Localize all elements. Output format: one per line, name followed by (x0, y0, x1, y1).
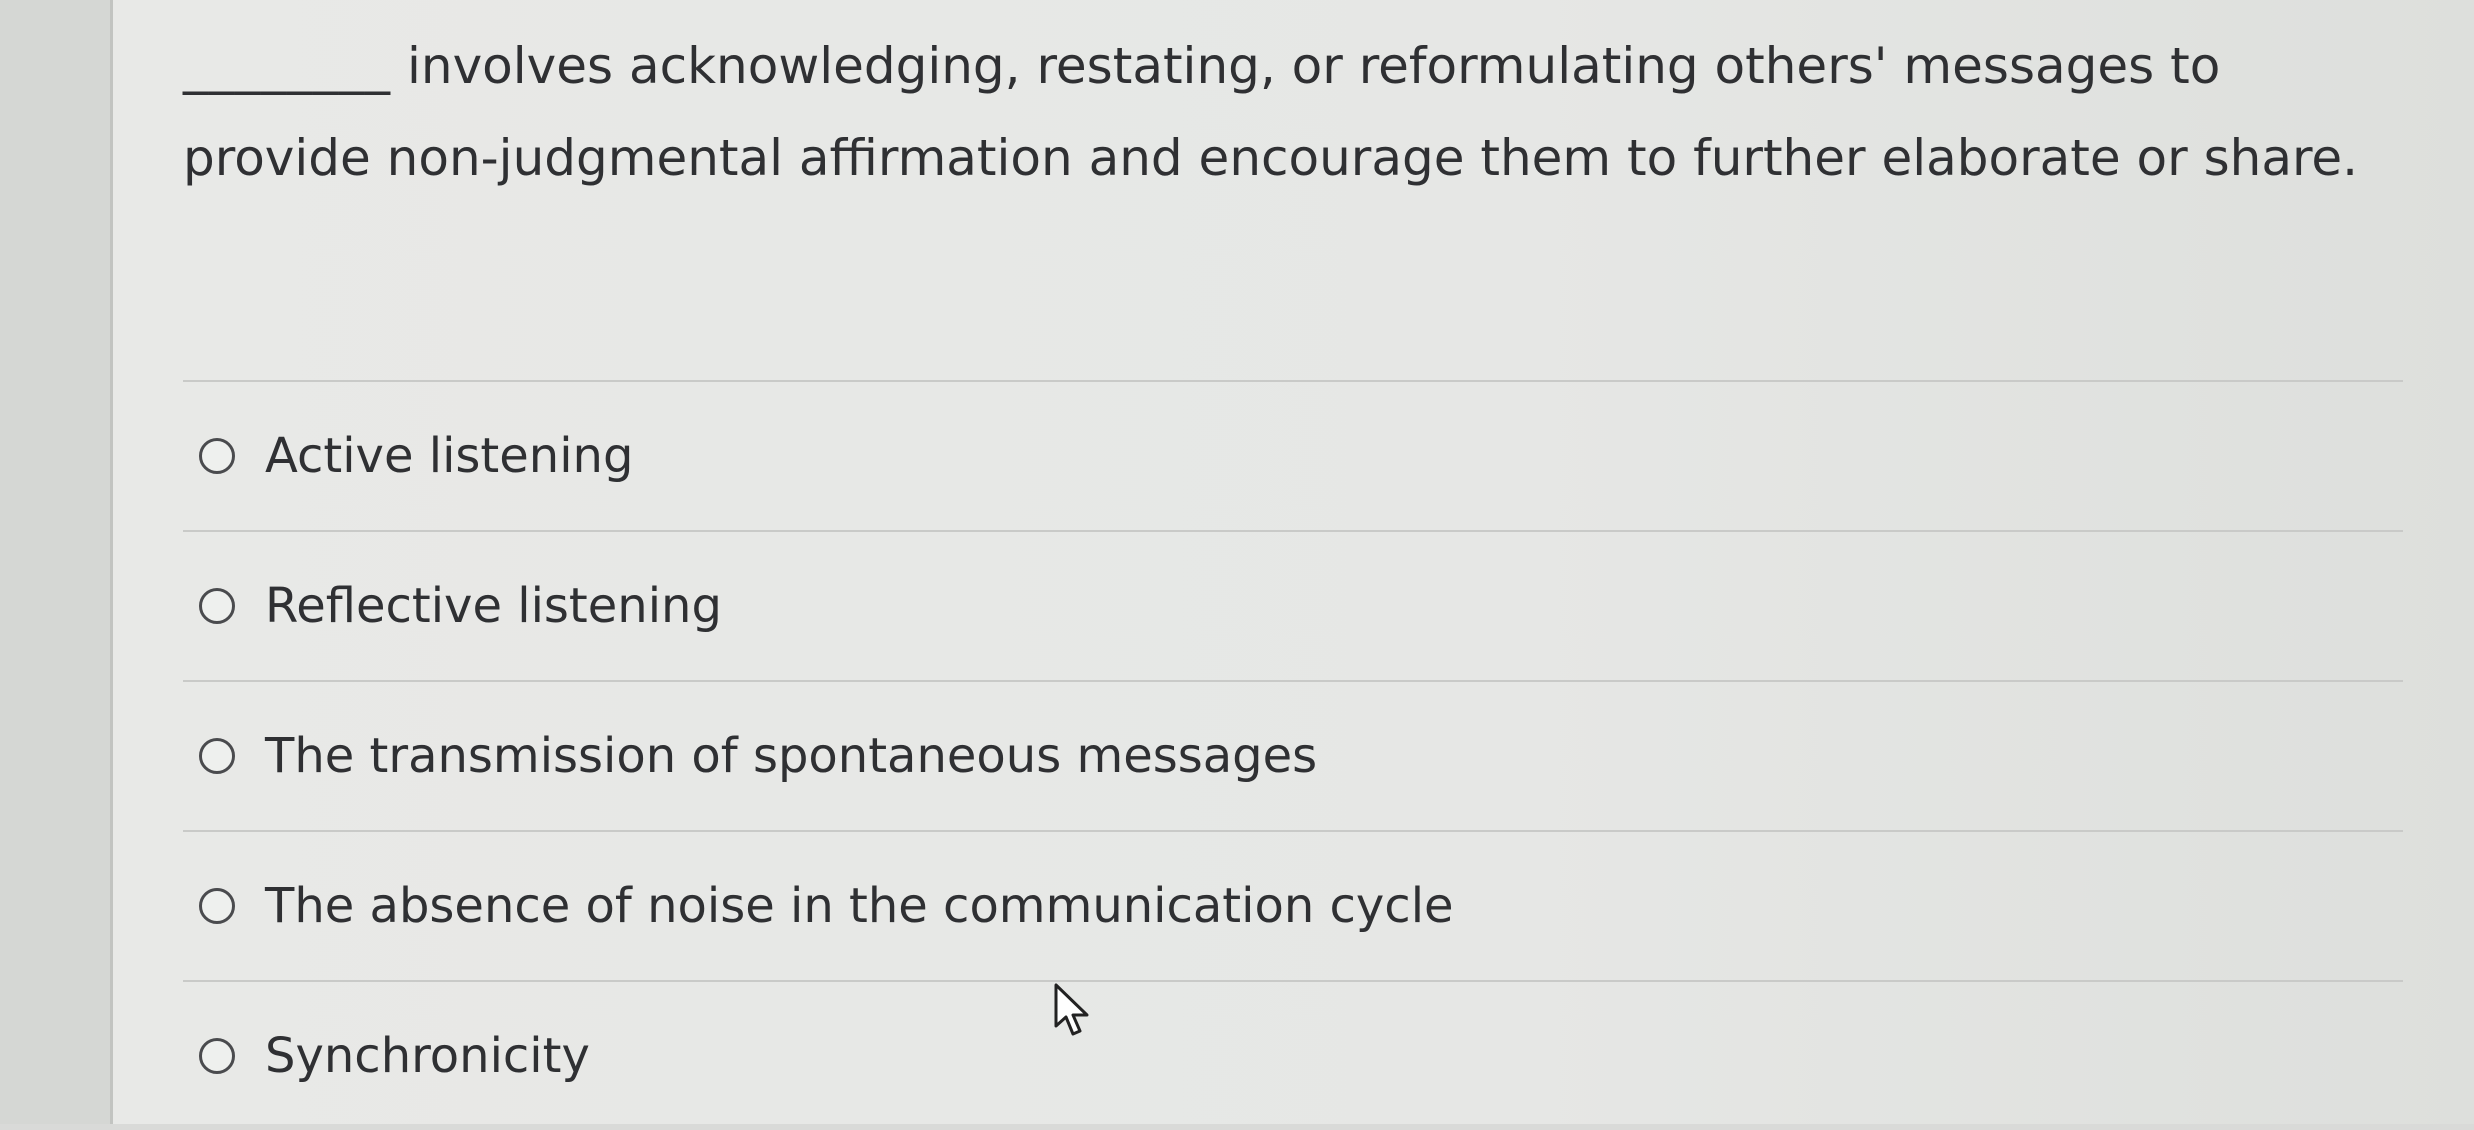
radio-unselected-icon[interactable] (199, 1038, 235, 1074)
option-absence-of-noise[interactable]: The absence of noise in the communicatio… (183, 832, 2403, 980)
answer-options: Active listening Reflective listening Th… (183, 380, 2403, 1130)
radio-unselected-icon[interactable] (199, 588, 235, 624)
left-sidebar (0, 0, 113, 1124)
option-label: Synchronicity (265, 1028, 590, 1084)
radio-unselected-icon[interactable] (199, 888, 235, 924)
option-label: The transmission of spontaneous messages (265, 728, 1318, 784)
question-blank: ________ (183, 37, 391, 95)
question-text: involves acknowledging, restating, or re… (183, 37, 2359, 187)
quiz-page: ________ involves acknowledging, restatin… (0, 0, 2474, 1124)
mouse-pointer-icon (1054, 983, 1089, 1036)
option-label: The absence of noise in the communicatio… (265, 878, 1454, 934)
option-reflective-listening[interactable]: Reflective listening (183, 532, 2403, 680)
option-active-listening[interactable]: Active listening (183, 382, 2403, 530)
option-spontaneous-messages[interactable]: The transmission of spontaneous messages (183, 682, 2403, 830)
option-synchronicity[interactable]: Synchronicity (183, 982, 2403, 1130)
option-label: Active listening (265, 428, 634, 484)
question-card: ________ involves acknowledging, restatin… (113, 0, 2474, 1124)
option-label: Reflective listening (265, 578, 722, 634)
radio-unselected-icon[interactable] (199, 738, 235, 774)
radio-unselected-icon[interactable] (199, 438, 235, 474)
question-prompt: ________ involves acknowledging, restatin… (183, 20, 2383, 204)
